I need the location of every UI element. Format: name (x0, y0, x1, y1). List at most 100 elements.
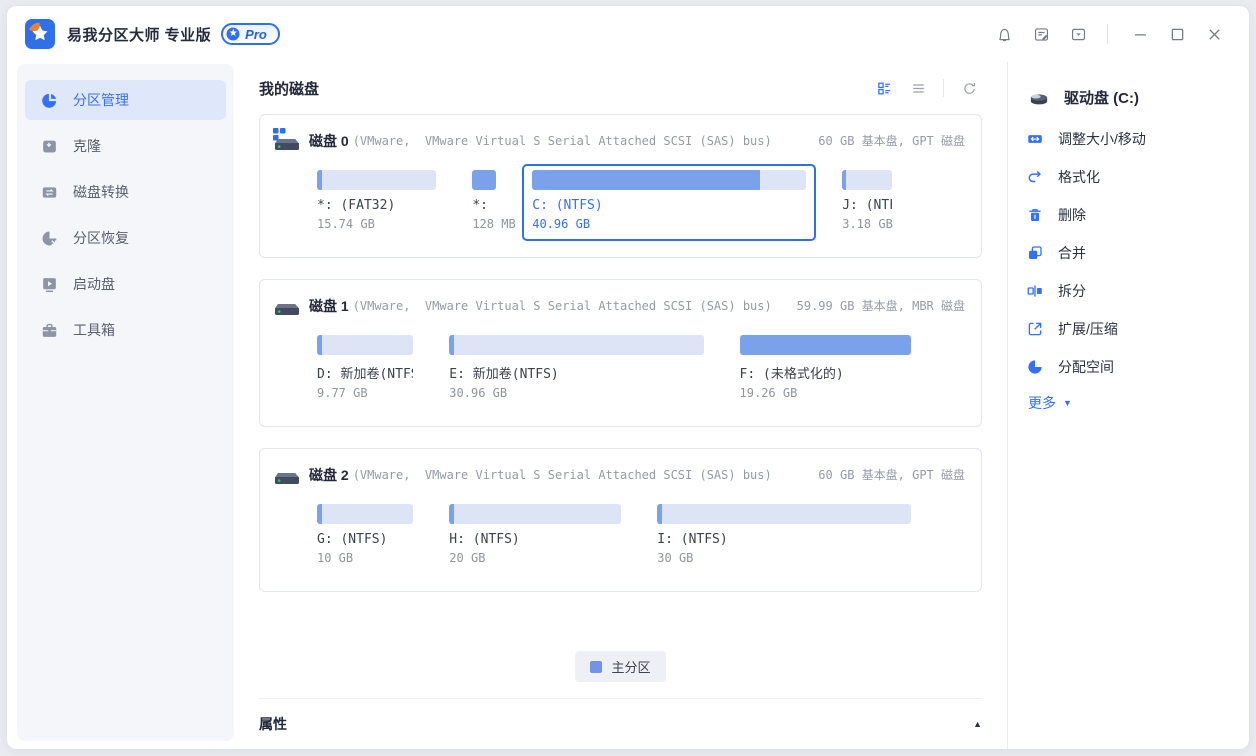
grid-view-icon[interactable] (871, 75, 897, 101)
disk-icon (270, 461, 302, 488)
disk-icon (270, 127, 302, 154)
partition-block[interactable]: I: (NTFS)30 GB (647, 498, 921, 575)
partition-size: 3.18 GB (842, 217, 892, 231)
disk-card: 磁盘 2 (VMware, VMware Virtual S Serial Att… (259, 448, 982, 592)
disk-description: (VMware, VMware Virtual S Serial Attache… (353, 299, 772, 313)
partition-size: 9.77 GB (317, 386, 413, 400)
partition-used-fill (657, 504, 662, 524)
sidebar-item-label: 磁盘转换 (73, 182, 129, 202)
action-extend-shrink[interactable]: 扩展/压缩 (1026, 310, 1235, 348)
disk-capacity-info: 59.99 GB 基本盘, MBR 磁盘 (787, 297, 965, 314)
clone-icon (40, 137, 59, 156)
pro-label: Pro (245, 27, 269, 42)
partition-size: 15.74 GB (317, 217, 436, 231)
partition-label: D: 新加卷(NTFS) (317, 363, 413, 382)
disk-header: 磁盘 0(VMware, VMware Virtual S Serial Att… (270, 127, 965, 154)
page-title: 我的磁盘 (259, 78, 319, 99)
action-label: 分配空间 (1058, 357, 1114, 377)
partition-bar[interactable] (317, 170, 436, 190)
partition-used-fill (317, 170, 322, 190)
sidebar-item-label: 克隆 (73, 136, 101, 156)
refresh-icon[interactable] (956, 75, 982, 101)
partition-bar[interactable] (449, 335, 703, 355)
close-button[interactable] (1199, 19, 1229, 49)
partition-block[interactable]: G: (NTFS)10 GB (307, 498, 423, 575)
main-header: 我的磁盘 (259, 62, 982, 114)
bootable-disk-icon (40, 275, 59, 294)
disk-name: 磁盘 2 (309, 465, 349, 485)
sidebar-item-partition-recovery[interactable]: 分区恢复 (25, 218, 226, 258)
sidebar-item-label: 启动盘 (73, 274, 115, 294)
partition-block[interactable]: H: (NTFS) 20 GB (439, 498, 631, 575)
partition-block[interactable]: D: 新加卷(NTFS) 9.77 GB (307, 329, 423, 410)
legend-row: 主分区 (259, 651, 982, 682)
partition-bar[interactable] (842, 170, 892, 190)
titlebar-divider (1107, 24, 1108, 44)
sidebar-item-clone[interactable]: 克隆 (25, 126, 226, 166)
sidebar-item-pie-chart[interactable]: 分区管理 (25, 80, 226, 120)
partition-bar[interactable] (472, 170, 496, 190)
resize-move-icon (1026, 130, 1044, 148)
action-panel: 驱动盘 (C:) 调整大小/移动格式化删除合并拆分扩展/压缩分配空间 更多 ▼ (1007, 62, 1249, 749)
partition-label: E: 新加卷(NTFS) (449, 363, 703, 382)
action-format[interactable]: 格式化 (1026, 158, 1235, 196)
partition-bar[interactable] (317, 335, 413, 355)
sidebar-item-bootable-disk[interactable]: 启动盘 (25, 264, 226, 304)
partition-bar[interactable] (740, 335, 912, 355)
action-label: 拆分 (1058, 281, 1086, 301)
dropdown-icon[interactable] (1063, 19, 1093, 49)
sidebar-item-toolbox[interactable]: 工具箱 (25, 310, 226, 350)
partition-label: F: (未格式化的) (740, 363, 912, 382)
disk-icon (270, 292, 302, 319)
partition-label: I: (NTFS) (657, 532, 911, 547)
partition-size: 20 GB (449, 551, 621, 565)
more-button[interactable]: 更多 ▼ (1026, 393, 1235, 413)
disk-name: 磁盘 1 (309, 296, 349, 316)
disk-description: (VMware, VMware Virtual S Serial Attache… (353, 468, 772, 482)
partition-used-fill (740, 335, 912, 355)
action-merge[interactable]: 合并 (1026, 234, 1235, 272)
sidebar-item-label: 工具箱 (73, 320, 115, 340)
selected-drive-header: 驱动盘 (C:) (1026, 84, 1235, 110)
action-list: 调整大小/移动格式化删除合并拆分扩展/压缩分配空间 (1026, 120, 1235, 386)
minimize-button[interactable] (1125, 19, 1155, 49)
partition-block[interactable]: E: 新加卷(NTFS)30.96 GB (439, 329, 713, 410)
action-resize-move[interactable]: 调整大小/移动 (1026, 120, 1235, 158)
partition-block[interactable]: *: (···128 MB (462, 164, 506, 241)
partition-block[interactable]: C: (NTFS)40.96 GB (522, 164, 816, 241)
allocate-space-icon (1026, 358, 1044, 376)
disk-capacity-info: 60 GB 基本盘, GPT 磁盘 (808, 466, 965, 483)
partition-label: *: (FAT32) (317, 198, 436, 213)
disk-card: 磁盘 1 (VMware, VMware Virtual S Serial Att… (259, 279, 982, 427)
pro-star-icon: ★ (225, 26, 241, 42)
partition-size: 19.26 GB (740, 386, 912, 400)
sidebar-item-disk-convert[interactable]: 磁盘转换 (25, 172, 226, 212)
partition-size: 10 GB (317, 551, 413, 565)
action-allocate-space[interactable]: 分配空间 (1026, 348, 1235, 386)
maximize-button[interactable] (1162, 19, 1192, 49)
collapse-caret-icon[interactable]: ▲ (973, 719, 982, 729)
pie-chart-icon (40, 91, 59, 110)
pro-badge: ★ Pro (221, 23, 280, 45)
list-view-icon[interactable] (905, 75, 931, 101)
main-content: 我的磁盘 磁盘 0(VMware, VMware Virtual S Seria… (234, 62, 1007, 749)
action-label: 调整大小/移动 (1058, 129, 1146, 149)
partition-used-fill (449, 335, 454, 355)
partition-block[interactable]: J: (NTFS)3.18 GB (832, 164, 902, 241)
properties-bar[interactable]: 属性 ▲ (259, 698, 982, 749)
partition-size: 40.96 GB (532, 217, 806, 231)
feedback-icon[interactable] (1026, 19, 1056, 49)
action-split[interactable]: 拆分 (1026, 272, 1235, 310)
partition-bar[interactable] (532, 170, 806, 190)
bell-icon[interactable] (989, 19, 1019, 49)
selected-drive-label: 驱动盘 (C:) (1064, 87, 1139, 108)
partition-block[interactable]: F: (未格式化的) 19.26 GB (730, 329, 922, 410)
partition-used-fill (449, 504, 454, 524)
partition-bar[interactable] (317, 504, 413, 524)
partition-bar[interactable] (657, 504, 911, 524)
partition-block[interactable]: *: (FAT32) 15.74 GB (307, 164, 446, 241)
app-title: 易我分区大师 专业版 (67, 24, 211, 45)
partition-label: H: (NTFS) (449, 532, 621, 547)
action-delete[interactable]: 删除 (1026, 196, 1235, 234)
partition-bar[interactable] (449, 504, 621, 524)
